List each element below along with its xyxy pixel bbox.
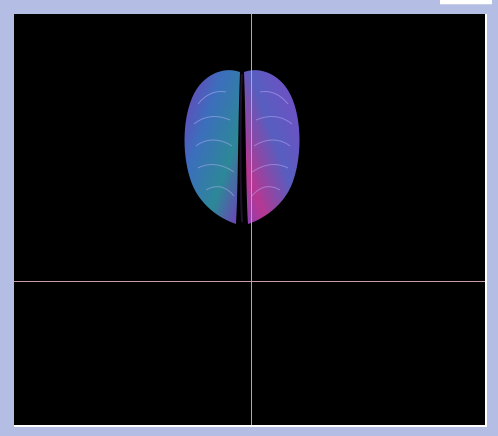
brain-render (184, 70, 300, 224)
corner-tab (440, 0, 492, 5)
crosshair-horizontal (14, 281, 485, 282)
3d-viewport[interactable] (14, 14, 487, 427)
crosshair-vertical (251, 14, 252, 425)
viewer-frame (0, 0, 498, 436)
